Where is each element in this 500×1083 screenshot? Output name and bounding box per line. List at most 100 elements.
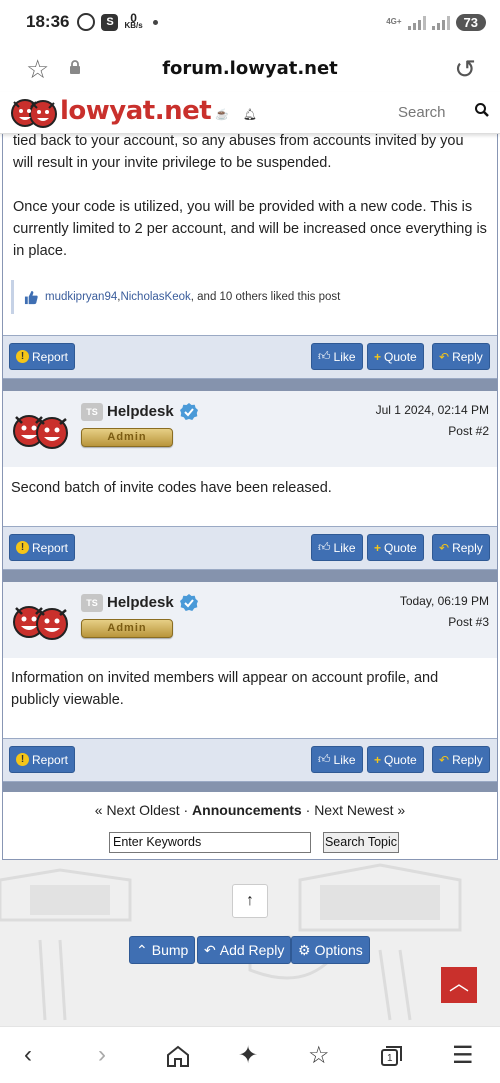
battery-level: 73	[455, 13, 486, 31]
status-time: 18:36	[26, 12, 70, 31]
topic-starter-badge: TS	[81, 403, 103, 421]
notification-dot-icon	[152, 19, 158, 25]
warning-icon: !	[16, 541, 29, 554]
likes-summary: mudkipryan94, NicholasKeok, and 10 other…	[11, 280, 340, 314]
options-button[interactable]: ⚙ Options	[291, 936, 370, 964]
post-3-body: Information on invited members will appe…	[11, 670, 439, 708]
reply-button[interactable]: ↶ Reply	[432, 746, 490, 773]
report-button[interactable]: ! Report	[9, 746, 76, 773]
verified-badge-icon	[180, 403, 198, 420]
post-separator	[3, 782, 497, 792]
whatsapp-icon	[77, 13, 96, 31]
author-name[interactable]: Helpdesk	[107, 403, 174, 420]
report-label: Report	[32, 752, 69, 767]
reply-arrow-icon: ↶	[439, 752, 450, 767]
post-2-body: Second batch of invite codes have been r…	[11, 480, 332, 496]
menu-icon[interactable]: ☰	[452, 1041, 474, 1070]
scroll-up-button[interactable]: ↑	[232, 884, 268, 918]
liker-link[interactable]: mudkipryan94	[45, 291, 117, 303]
quote-label: Quote	[384, 349, 417, 364]
like-label: Like	[333, 540, 356, 555]
gear-icon: ⚙	[298, 941, 311, 958]
plus-icon: +	[374, 349, 382, 364]
quote-button[interactable]: + Quote	[367, 534, 424, 561]
bump-label: Bump	[151, 942, 189, 958]
reply-arrow-icon: ↶	[439, 349, 450, 364]
warning-icon: !	[16, 753, 29, 766]
back-icon[interactable]: ‹	[24, 1041, 32, 1069]
tabs-icon[interactable]: 1	[380, 1045, 404, 1067]
nav-separator: ·	[179, 802, 193, 818]
nav-separator: ·	[301, 802, 315, 818]
admin-role-badge: Admin	[81, 428, 173, 447]
thumbs-up-icon: 👍︎	[318, 540, 331, 554]
thumbs-up-icon: 👍︎	[318, 349, 331, 363]
bookmark-star-icon[interactable]: ☆	[308, 1041, 330, 1070]
chevron-up-icon: ⌃	[136, 941, 148, 958]
report-button[interactable]: ! Report	[9, 534, 76, 561]
liker-link[interactable]: NicholasKeok	[120, 291, 190, 303]
network-speed: 0 KB/s	[124, 11, 143, 30]
admin-role-badge: Admin	[81, 619, 173, 638]
next-newest-link[interactable]: Next Newest »	[314, 802, 405, 818]
logo-mascot-icon[interactable]	[10, 96, 58, 130]
post-1-body: tied back to your account, so any abuses…	[3, 134, 497, 262]
quote-label: Quote	[384, 752, 417, 767]
quote-label: Quote	[384, 540, 417, 555]
post-1-paragraph: tied back to your account, so any abuses…	[13, 134, 464, 171]
reload-icon[interactable]: ↺	[454, 54, 476, 85]
like-label: Like	[333, 752, 356, 767]
report-button[interactable]: ! Report	[9, 343, 76, 370]
post-number-link[interactable]: Post #2	[448, 424, 489, 438]
likes-rest-text: , and 10 others liked this post	[190, 291, 341, 303]
avatar[interactable]	[11, 407, 71, 451]
reply-label: Reply	[452, 349, 483, 364]
sparkle-icon[interactable]: ✦	[238, 1041, 258, 1070]
signal-icon-2	[431, 14, 450, 30]
avatar[interactable]	[11, 598, 71, 642]
verified-badge-icon	[180, 594, 198, 611]
search-icon[interactable]	[474, 102, 490, 118]
url-text[interactable]: forum.lowyat.net	[0, 58, 500, 79]
plus-icon: +	[374, 752, 382, 767]
keywords-input[interactable]: Enter Keywords	[109, 832, 311, 853]
forum-link[interactable]: Announcements	[192, 802, 302, 818]
options-label: Options	[314, 942, 363, 958]
site-logo-text[interactable]: lowyat.net	[60, 96, 212, 126]
site-header: lowyat.net ☕ 🔔︎ Search	[0, 92, 500, 134]
status-bar: 18:36 S 0 KB/s 4G+ 73	[0, 0, 500, 44]
quote-button[interactable]: + Quote	[367, 343, 424, 370]
like-button[interactable]: 👍︎ Like	[311, 746, 363, 773]
post-date: Today, 06:19 PM	[399, 594, 489, 608]
post-number-link[interactable]: Post #3	[448, 615, 489, 629]
author-name[interactable]: Helpdesk	[107, 594, 174, 611]
thumbs-up-icon	[24, 290, 38, 304]
post-2-actions: ! Report 👍︎ Like + Quote ↶ Reply	[3, 526, 497, 570]
chevron-up-icon: ︿	[449, 973, 469, 995]
search-input[interactable]: Search	[398, 104, 446, 121]
like-button[interactable]: 👍︎ Like	[311, 343, 363, 370]
reply-button[interactable]: ↶ Reply	[432, 534, 490, 561]
like-button[interactable]: 👍︎ Like	[311, 534, 363, 561]
search-topic-button[interactable]: Search Topic	[323, 832, 399, 853]
like-label: Like	[333, 349, 356, 364]
back-to-top-button[interactable]: ︿	[441, 967, 477, 1003]
reply-arrow-icon: ↶	[439, 540, 450, 555]
browser-url-bar: ☆ forum.lowyat.net ↺	[0, 44, 500, 92]
next-oldest-link[interactable]: « Next Oldest	[95, 802, 180, 818]
quote-button[interactable]: + Quote	[367, 746, 424, 773]
signal-icon	[407, 14, 426, 30]
coffee-icon[interactable]: ☕	[215, 108, 229, 121]
app-s-icon: S	[101, 13, 119, 31]
post-separator	[3, 379, 497, 391]
bump-button[interactable]: ⌃ Bump	[129, 936, 196, 964]
thumbs-up-icon: 👍︎	[318, 752, 331, 766]
reply-button[interactable]: ↶ Reply	[432, 343, 490, 370]
network-type: 4G+	[386, 17, 402, 26]
forward-icon[interactable]: ›	[98, 1041, 106, 1069]
home-icon[interactable]	[166, 1045, 190, 1067]
add-reply-button[interactable]: ↶ Add Reply	[197, 936, 292, 964]
bell-icon[interactable]: 🔔︎	[243, 108, 257, 121]
reply-label: Reply	[452, 540, 483, 555]
topic-starter-badge: TS	[81, 594, 103, 612]
